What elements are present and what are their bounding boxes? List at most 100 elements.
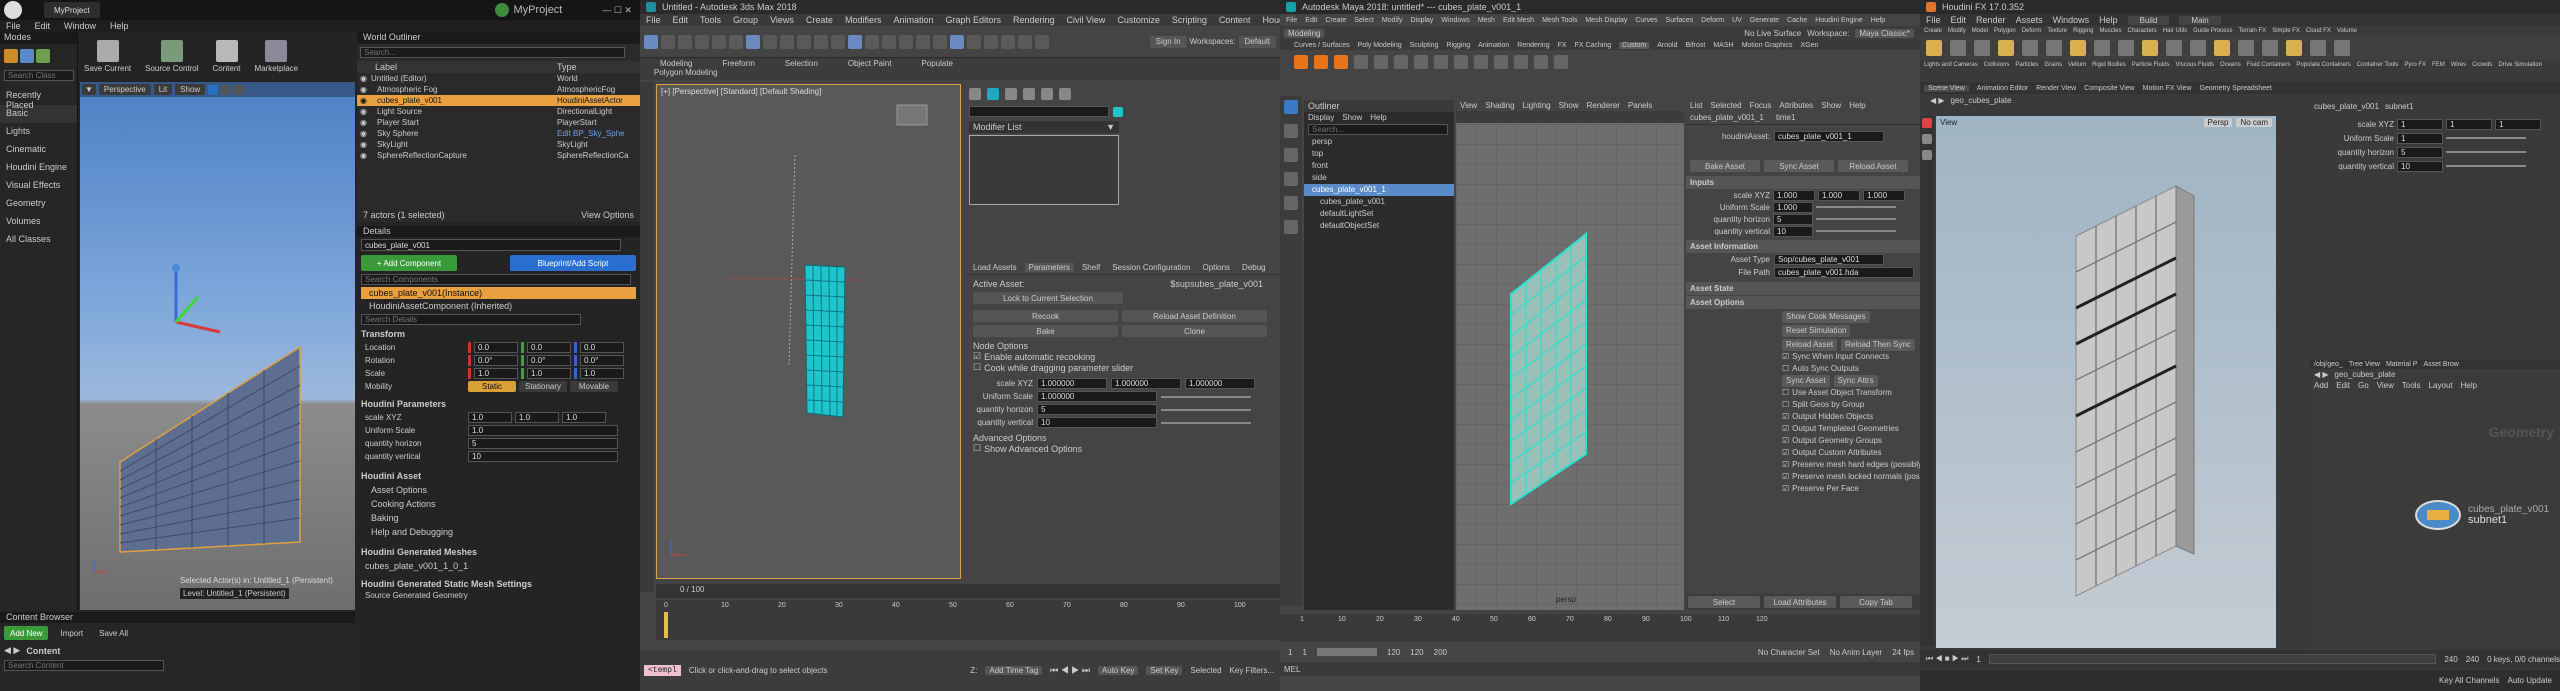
baking-row[interactable]: Baking [371,511,640,525]
outliner-row[interactable]: ◉ Sky Sphere Edit BP_Sky_Sphe [357,128,640,139]
max-menu-houdini-engine[interactable]: Houdini Engine [1262,15,1280,25]
houdini-shelf2-tab-rigid-bodies[interactable]: Rigid Bodies [2092,62,2126,68]
create-panel-icon[interactable] [969,88,981,100]
maya-vp-menu-lighting[interactable]: Lighting [1523,101,1551,110]
motion-panel-icon[interactable] [1023,88,1035,100]
houdini-shelf2-tab-wires[interactable]: Wires [2451,62,2466,68]
desktop-build-selector[interactable]: Build [2127,15,2170,25]
houdini-shelf-tab-cloud-fx[interactable]: Cloud FX [2306,28,2331,34]
ae-reload-asset-button[interactable]: Reload Asset [1782,339,1838,351]
maya-outliner-item[interactable]: persp [1304,136,1454,148]
checkbox-checked-icon[interactable]: ☑ [1782,483,1789,495]
max-sign-in-button[interactable]: Sign In [1149,35,1187,48]
maya-shelf-tab-mash[interactable]: MASH [1713,42,1733,49]
ae-param-slider[interactable] [1816,230,1896,232]
category-cinematic[interactable]: Cinematic [0,141,77,159]
transform-scale-field[interactable] [580,368,624,379]
houdini-menu-file[interactable]: File [1926,15,1941,25]
houdini-network-tab-asset-brow[interactable]: Asset Brow [2423,361,2458,368]
houdini-param-slider[interactable] [2446,165,2526,167]
he-tab-session-configuration[interactable]: Session Configuration [1108,263,1194,272]
houdini-shelf-tool-icon[interactable] [2190,40,2206,56]
maya-shelf-tab-arnold[interactable]: Arnold [1657,42,1677,49]
back-forward-icon[interactable]: ◀ ▶ [2314,370,2329,379]
transform-rotation-field[interactable] [474,355,518,366]
mobility-stationary-button[interactable]: Stationary [519,381,567,392]
houdini-shelf2-tab-grains[interactable]: Grains [2044,62,2062,68]
maya-menu-edit-mesh[interactable]: Edit Mesh [1503,17,1534,24]
lasso-tool-icon[interactable] [1284,124,1298,138]
maya-shelf-tab-motion-graphics[interactable]: Motion Graphics [1742,42,1793,49]
max-toolbar-tool-icon[interactable] [831,34,845,49]
checkbox-checked-icon[interactable]: ☑ [1782,471,1789,483]
category-geometry[interactable]: Geometry [0,195,77,213]
marketplace-button[interactable]: Marketplace [255,39,298,73]
category-lights[interactable]: Lights [0,123,77,141]
max-param-slider[interactable] [1161,395,1251,398]
ae-menu-help[interactable]: Help [1849,101,1865,110]
max-menu-views[interactable]: Views [770,15,794,25]
bake-button[interactable]: Bake [973,325,1118,337]
max-toolbar-tool-icon[interactable] [899,34,913,49]
maya-shelf-tool-icon[interactable] [1334,55,1348,69]
mobility-static-button[interactable]: Static [468,381,516,392]
max-toolbar-tool-icon[interactable] [763,34,777,49]
houdini-shelf2-tab-pyro-fx[interactable]: Pyro FX [2404,62,2426,68]
ue-level-tab[interactable]: MyProject [44,2,100,18]
place-mode-icon[interactable] [4,49,18,63]
maya-shelf-tab-curves-surfaces[interactable]: Curves / Surfaces [1294,42,1350,49]
max-toolbar-tool-icon[interactable] [950,34,964,49]
modifier-stack[interactable] [969,135,1119,205]
maya-time-slider[interactable]: 1 10 20 30 40 50 60 70 80 90 100 110 120 [1280,614,1920,642]
generated-mesh-row[interactable]: cubes_plate_v001_1_0_1 [357,559,640,573]
checkbox-unchecked-icon[interactable]: ☐ [1782,399,1789,411]
max-toolbar-tool-icon[interactable] [695,34,709,49]
move-tool-icon[interactable] [1284,172,1298,186]
he-tab-shelf[interactable]: Shelf [1078,263,1104,272]
maya-shelf-tab-custom[interactable]: Custom [1619,41,1650,49]
no-live-surface-label[interactable]: No Live Surface [1744,29,1801,38]
content-search-input[interactable] [4,660,164,671]
landscape-mode-icon[interactable] [36,49,50,63]
sync-asset-button[interactable]: Sync Asset [1764,160,1834,172]
houdini-shelf-tool-icon[interactable] [2214,40,2230,56]
maya-shelf-tab-sculpting[interactable]: Sculpting [1410,42,1439,49]
maya-shelf-tool-icon[interactable] [1354,55,1368,69]
save-all-button[interactable]: Save All [95,626,132,640]
back-forward-icon[interactable]: ◀ ▶ [1930,96,1945,105]
max-param-field[interactable] [1037,404,1157,415]
ae-asset-options-section[interactable]: Asset Options [1686,296,1920,309]
maya-outliner-item[interactable]: side [1304,172,1454,184]
houdini-param-field[interactable] [562,412,606,423]
houdini-shelf-tab-modify[interactable]: Modify [1948,28,1966,34]
maya-menu-windows[interactable]: Windows [1441,17,1469,24]
max-toolbar-tool-icon[interactable] [848,34,862,49]
reload-asset-button[interactable]: Reload Asset [1838,160,1908,172]
houdini-shelf-tab-muscles[interactable]: Muscles [2099,28,2121,34]
houdini-shelf-tool-icon[interactable] [2238,40,2254,56]
max-param-field[interactable] [1185,378,1255,389]
composite-view-tab[interactable]: Composite View [2084,85,2134,92]
transform-scale-field[interactable] [527,368,571,379]
character-set-selector[interactable]: No Character Set [1758,648,1820,657]
houdini-param-slider[interactable] [2446,137,2526,139]
maya-menu-curves[interactable]: Curves [1635,17,1657,24]
maya-command-line[interactable]: MEL [1280,662,1920,676]
blueprint-add-script-button[interactable]: Blueprint/Add Script [510,255,636,271]
playback-controls-icon[interactable]: ⏮ ◀ ▶ ⏭ [1050,665,1090,676]
maya-shelf-tool-icon[interactable] [1494,55,1508,69]
houdini-shelf2-tab-container-tools[interactable]: Container Tools [2357,62,2399,68]
max-workspace-selector[interactable]: Default [1238,35,1276,48]
houdini-asset-section-header[interactable]: Houdini Asset [357,469,640,483]
maya-menu-display[interactable]: Display [1410,17,1433,24]
maya-shelf-tool-icon[interactable] [1454,55,1468,69]
max-menu-animation[interactable]: Animation [893,15,933,25]
ae-param-field[interactable] [1773,189,1815,201]
houdini-shelf-tab-rigging[interactable]: Rigging [2073,28,2093,34]
houdini-shelf2-tab-fem[interactable]: FEM [2432,62,2445,68]
transform-location-field[interactable] [580,342,624,353]
maya-menu-modify[interactable]: Modify [1382,17,1403,24]
houdini-shelf2-tab-particle-fluids[interactable]: Particle Fluids [2132,62,2170,68]
geometry-spreadsheet-tab[interactable]: Geometry Spreadsheet [2200,85,2272,92]
maya-shelf-tab-fx-caching[interactable]: FX Caching [1575,42,1612,49]
